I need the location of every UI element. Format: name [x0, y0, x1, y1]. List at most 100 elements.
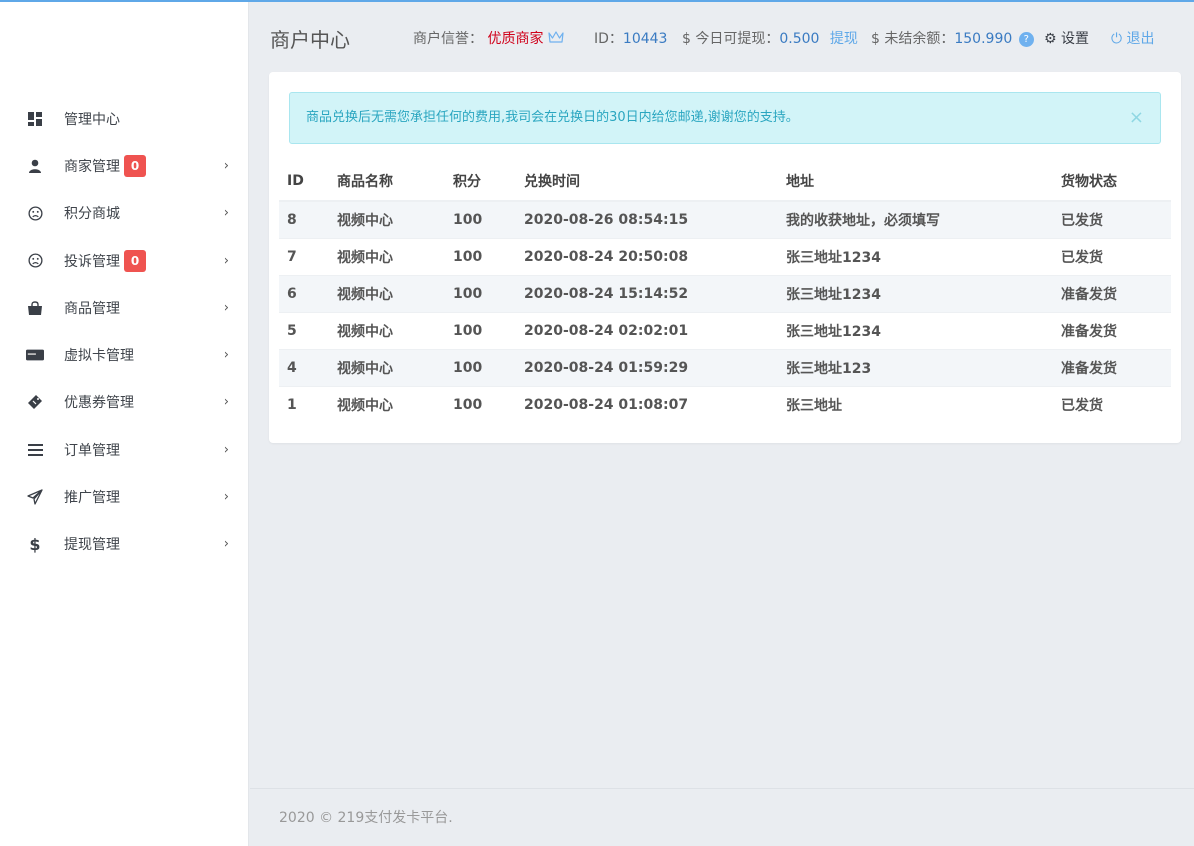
chevron-right-icon: ›	[223, 536, 229, 552]
top-header: 商户中心 商户信誉： 优质商家 ID：10443 $ 今日可提现：0.500 提…	[250, 2, 1194, 70]
sidebar-item-coupons[interactable]: 优惠券管理 ›	[0, 379, 249, 426]
sidebar-item-complaints[interactable]: 投诉管理 0 ›	[0, 237, 249, 284]
settings-label: 设置	[1061, 31, 1090, 47]
footer: 2020 © 219支付发卡平台.	[250, 788, 1194, 846]
chevron-right-icon: ›	[223, 347, 229, 363]
withdraw-link[interactable]: 提现	[830, 31, 858, 47]
cell-address: 我的收获地址，必须填写	[778, 200, 1053, 238]
copyright-text: 2020 © 219支付发卡平台.	[279, 810, 453, 826]
sidebar-item-label: 商家管理	[64, 158, 120, 175]
cell-points: 100	[445, 200, 516, 238]
ticket-icon	[26, 393, 44, 411]
sidebar-item-label: 提现管理	[64, 537, 120, 554]
chevron-right-icon: ›	[223, 300, 229, 316]
crown-icon	[548, 31, 564, 47]
page-title: 商户中心	[270, 28, 350, 52]
dollar-icon: $	[871, 31, 885, 47]
alert-text: 商品兑换后无需您承担任何的费用,我司会在兑换日的30日内给您邮递,谢谢您的支持。	[306, 110, 799, 125]
sidebar-item-merchants[interactable]: 商家管理 0 ›	[0, 142, 249, 189]
logout-link[interactable]: ⏻ 退出	[1111, 28, 1155, 48]
sidebar-item-dashboard[interactable]: 管理中心	[0, 95, 249, 142]
withdrawable-value: 0.500	[779, 31, 820, 47]
sidebar-item-points-mall[interactable]: 积分商城 ›	[0, 190, 249, 237]
sidebar-nav: 管理中心 商家管理 0 › 积分商城 › 投诉管理 0 › 商品管理 › 虚拟卡…	[0, 95, 249, 568]
gear-icon: ⚙	[1044, 31, 1057, 47]
cell-time: 2020-08-24 20:50:08	[516, 237, 778, 275]
chevron-right-icon: ›	[223, 205, 229, 221]
column-header: 兑换时间	[516, 162, 778, 202]
cell-product: 视频中心	[329, 385, 445, 423]
count-badge: 0	[124, 154, 146, 177]
withdrawable-today: $ 今日可提现：0.500 提现	[682, 28, 858, 48]
column-header: ID	[279, 162, 329, 202]
cell-status: 准备发货	[1053, 274, 1171, 312]
unsettled-label: 未结余额：	[884, 31, 955, 47]
cell-id: 7	[279, 237, 329, 275]
chevron-right-icon: ›	[223, 489, 229, 505]
logout-label: 退出	[1126, 31, 1155, 47]
cell-time: 2020-08-24 01:08:07	[516, 385, 778, 423]
sidebar-item-label: 订单管理	[64, 442, 120, 459]
sidebar-item-label: 管理中心	[64, 111, 120, 128]
credit-card-icon	[26, 346, 44, 364]
cell-address: 张三地址1234	[778, 237, 1053, 275]
cell-status: 已发货	[1053, 237, 1171, 275]
sidebar-item-label: 商品管理	[64, 300, 120, 317]
cell-points: 100	[445, 385, 516, 423]
cell-product: 视频中心	[329, 311, 445, 349]
table-row: 4 视频中心 100 2020-08-24 01:59:29 张三地址123 准…	[279, 348, 1171, 386]
close-icon[interactable]: ×	[1129, 93, 1144, 143]
cell-id: 5	[279, 311, 329, 349]
unsettled-value: 150.990	[954, 31, 1013, 47]
settings-link[interactable]: ⚙ 设置	[1044, 28, 1089, 48]
cell-id: 8	[279, 200, 329, 238]
cell-product: 视频中心	[329, 274, 445, 312]
shopping-bag-icon	[26, 299, 44, 317]
sidebar-item-virtual-cards[interactable]: 虚拟卡管理 ›	[0, 331, 249, 378]
column-header: 积分	[445, 162, 516, 202]
cell-points: 100	[445, 237, 516, 275]
frown-icon	[26, 204, 44, 222]
cell-time: 2020-08-24 15:14:52	[516, 274, 778, 312]
cell-address: 张三地址1234	[778, 311, 1053, 349]
table-row: 5 视频中心 100 2020-08-24 02:02:01 张三地址1234 …	[279, 311, 1171, 349]
cell-points: 100	[445, 311, 516, 349]
chevron-right-icon: ›	[223, 253, 229, 269]
table-row: 1 视频中心 100 2020-08-24 01:08:07 张三地址 已发货	[279, 385, 1171, 423]
cell-product: 视频中心	[329, 200, 445, 238]
table-row: 7 视频中心 100 2020-08-24 20:50:08 张三地址1234 …	[279, 237, 1171, 275]
id-label: ID：	[594, 31, 623, 47]
cell-id: 6	[279, 274, 329, 312]
sidebar-item-label: 优惠券管理	[64, 395, 134, 412]
sidebar-item-label: 投诉管理	[64, 253, 120, 270]
cell-time: 2020-08-26 08:54:15	[516, 200, 778, 238]
dollar-icon: $	[682, 31, 696, 47]
exchange-table: ID 商品名称 积分 兑换时间 地址 货物状态 8 视频中心 100 2020-…	[279, 162, 1171, 423]
sidebar-item-promotion[interactable]: 推广管理 ›	[0, 473, 249, 520]
column-header: 货物状态	[1053, 162, 1171, 202]
cell-status: 准备发货	[1053, 311, 1171, 349]
dollar-icon: $	[29, 534, 41, 554]
cell-time: 2020-08-24 02:02:01	[516, 311, 778, 349]
cell-address: 张三地址1234	[778, 274, 1053, 312]
cell-time: 2020-08-24 01:59:29	[516, 348, 778, 386]
merchant-id: ID：10443	[594, 28, 667, 48]
cell-product: 视频中心	[329, 237, 445, 275]
sidebar-item-orders[interactable]: 订单管理 ›	[0, 426, 249, 473]
count-badge: 0	[124, 249, 146, 272]
column-header: 商品名称	[329, 162, 445, 202]
info-alert: 商品兑换后无需您承担任何的费用,我司会在兑换日的30日内给您邮递,谢谢您的支持。…	[289, 92, 1161, 144]
id-value: 10443	[622, 31, 668, 47]
cell-status: 已发货	[1053, 385, 1171, 423]
sidebar-item-withdrawals[interactable]: $ 提现管理 ›	[0, 521, 249, 568]
help-icon[interactable]: ?	[1018, 32, 1034, 47]
exchange-records-card: 商品兑换后无需您承担任何的费用,我司会在兑换日的30日内给您邮递,谢谢您的支持。…	[269, 72, 1181, 443]
table-row: 8 视频中心 100 2020-08-26 08:54:15 我的收获地址，必须…	[279, 200, 1171, 238]
table-row: 6 视频中心 100 2020-08-24 15:14:52 张三地址1234 …	[279, 274, 1171, 312]
power-icon: ⏻	[1111, 31, 1123, 47]
sidebar-item-label: 虚拟卡管理	[64, 348, 134, 365]
column-header: 地址	[778, 162, 1053, 202]
sidebar-item-products[interactable]: 商品管理 ›	[0, 284, 249, 331]
chevron-right-icon: ›	[223, 158, 229, 174]
merchant-credit: 商户信誉： 优质商家	[413, 28, 564, 48]
